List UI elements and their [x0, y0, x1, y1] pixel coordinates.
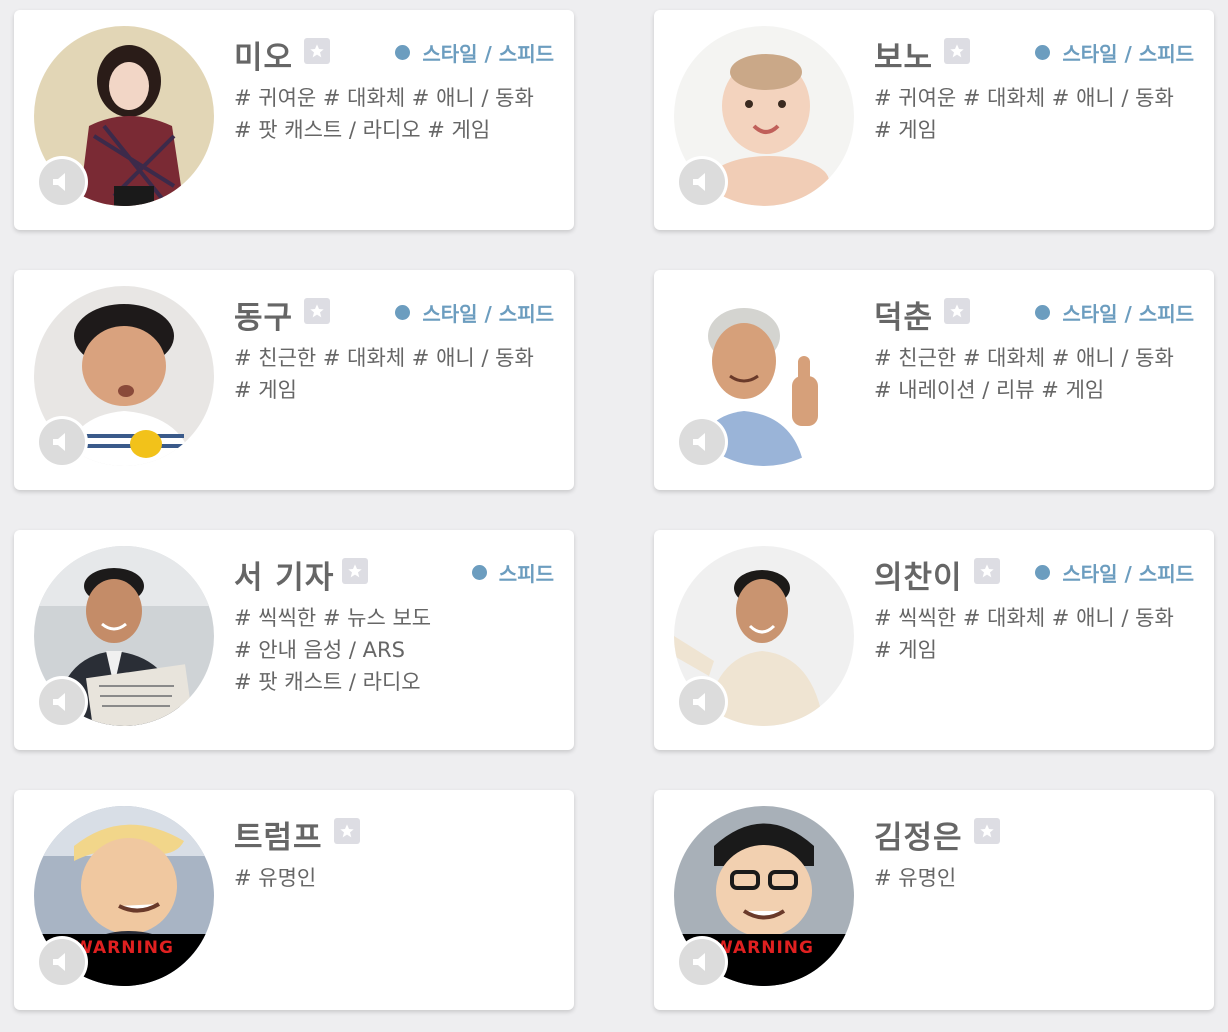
tag-line: # 내레이션 / 리뷰 # 게임 — [874, 378, 1105, 402]
play-sample-button[interactable] — [676, 416, 728, 468]
star-icon — [950, 304, 964, 318]
style-speed-link[interactable]: 스타일 / 스피드 — [1035, 40, 1194, 66]
voice-card-trump[interactable]: WARNING 트럼프 # 유명인 — [14, 790, 574, 1010]
option-dot-icon — [1035, 564, 1051, 580]
favorite-star-button[interactable] — [944, 38, 970, 64]
tag-line: # 씩씩한 # 대화체 # 애니 / 동화 — [874, 606, 1174, 630]
tag-line: # 귀여운 # 대화체 # 애니 / 동화 — [234, 86, 534, 110]
option-dot-icon — [395, 304, 411, 320]
style-speed-label: 스타일 / 스피드 — [1062, 561, 1194, 586]
voice-name: 동구 — [234, 300, 294, 336]
style-speed-label: 스타일 / 스피드 — [1062, 41, 1194, 66]
voice-tags: # 유명인 — [234, 862, 564, 894]
style-speed-link[interactable]: 스타일 / 스피드 — [1035, 300, 1194, 326]
favorite-star-button[interactable] — [944, 298, 970, 324]
voice-card-bono[interactable]: 보노 스타일 / 스피드 # 귀여운 # 대화체 # 애니 / 동화 # 게임 — [654, 10, 1214, 230]
voice-card-reporter-seo[interactable]: 서 기자 스피드 # 씩씩한 # 뉴스 보도 # 안내 음성 / ARS # 팟… — [14, 530, 574, 750]
tag-line: # 씩씩한 # 뉴스 보도 — [234, 606, 432, 630]
tag-line: # 안내 음성 / ARS — [234, 638, 405, 662]
voice-card-uichan[interactable]: 의찬이 스타일 / 스피드 # 씩씩한 # 대화체 # 애니 / 동화 # 게임 — [654, 530, 1214, 750]
voice-tags: # 귀여운 # 대화체 # 애니 / 동화 # 팟 캐스트 / 라디오 # 게임 — [234, 82, 564, 146]
speaker-icon — [679, 159, 725, 205]
tag-line: # 게임 — [234, 378, 297, 402]
style-speed-link[interactable]: 스타일 / 스피드 — [395, 300, 554, 326]
favorite-star-button[interactable] — [342, 558, 368, 584]
option-dot-icon — [471, 564, 487, 580]
voice-card-deokchun[interactable]: 덕춘 스타일 / 스피드 # 친근한 # 대화체 # 애니 / 동화 # 내레이… — [654, 270, 1214, 490]
voice-name: 덕춘 — [874, 300, 934, 336]
play-sample-button[interactable] — [676, 676, 728, 728]
tag-line: # 팟 캐스트 / 라디오 — [234, 670, 421, 694]
star-icon — [950, 44, 964, 58]
star-icon — [340, 824, 354, 838]
favorite-star-button[interactable] — [974, 558, 1000, 584]
voice-name: 김정은 — [874, 820, 963, 856]
style-speed-link[interactable]: 스타일 / 스피드 — [1035, 560, 1194, 586]
star-icon — [310, 304, 324, 318]
star-icon — [980, 824, 994, 838]
speed-label: 스피드 — [498, 561, 554, 586]
option-dot-icon — [395, 44, 411, 60]
play-sample-button[interactable] — [676, 156, 728, 208]
voice-tags: # 유명인 — [874, 862, 1204, 894]
style-speed-label: 스타일 / 스피드 — [1062, 301, 1194, 326]
voice-name: 미오 — [234, 40, 294, 76]
voice-tags: # 귀여운 # 대화체 # 애니 / 동화 # 게임 — [874, 82, 1204, 146]
speaker-icon — [39, 159, 85, 205]
voice-tags: # 씩씩한 # 대화체 # 애니 / 동화 # 게임 — [874, 602, 1204, 666]
speaker-icon — [39, 419, 85, 465]
tag-line: # 게임 — [874, 118, 937, 142]
tag-line: # 친근한 # 대화체 # 애니 / 동화 — [234, 346, 534, 370]
voice-card-kim[interactable]: WARNING 김정은 # 유명인 — [654, 790, 1214, 1010]
style-speed-label: 스타일 / 스피드 — [422, 41, 554, 66]
speed-link[interactable]: 스피드 — [471, 560, 554, 586]
play-sample-button[interactable] — [36, 156, 88, 208]
tag-line: # 유명인 — [874, 866, 957, 890]
star-icon — [310, 44, 324, 58]
voice-name: 보노 — [874, 40, 934, 76]
star-icon — [980, 564, 994, 578]
play-sample-button[interactable] — [36, 676, 88, 728]
play-sample-button[interactable] — [36, 416, 88, 468]
favorite-star-button[interactable] — [304, 38, 330, 64]
speaker-icon — [39, 939, 85, 985]
play-sample-button[interactable] — [676, 936, 728, 988]
speaker-icon — [679, 939, 725, 985]
voice-name: 서 기자 — [234, 560, 335, 596]
voice-tags: # 씩씩한 # 뉴스 보도 # 안내 음성 / ARS # 팟 캐스트 / 라디… — [234, 602, 564, 698]
tag-line: # 귀여운 # 대화체 # 애니 / 동화 — [874, 86, 1174, 110]
style-speed-label: 스타일 / 스피드 — [422, 301, 554, 326]
star-icon — [348, 564, 362, 578]
option-dot-icon — [1035, 44, 1051, 60]
favorite-star-button[interactable] — [974, 818, 1000, 844]
favorite-star-button[interactable] — [304, 298, 330, 324]
style-speed-link[interactable]: 스타일 / 스피드 — [395, 40, 554, 66]
voice-tags: # 친근한 # 대화체 # 애니 / 동화 # 내레이션 / 리뷰 # 게임 — [874, 342, 1204, 406]
voice-tags: # 친근한 # 대화체 # 애니 / 동화 # 게임 — [234, 342, 564, 406]
speaker-icon — [39, 679, 85, 725]
voice-name: 트럼프 — [234, 820, 323, 856]
option-dot-icon — [1035, 304, 1051, 320]
voice-card-mio[interactable]: 미오 스타일 / 스피드 # 귀여운 # 대화체 # 애니 / 동화 # 팟 캐… — [14, 10, 574, 230]
speaker-icon — [679, 419, 725, 465]
tag-line: # 친근한 # 대화체 # 애니 / 동화 — [874, 346, 1174, 370]
voice-card-grid: 미오 스타일 / 스피드 # 귀여운 # 대화체 # 애니 / 동화 # 팟 캐… — [0, 0, 1228, 1032]
voice-name: 의찬이 — [874, 560, 963, 596]
speaker-icon — [679, 679, 725, 725]
tag-line: # 게임 — [874, 638, 937, 662]
favorite-star-button[interactable] — [334, 818, 360, 844]
tag-line: # 팟 캐스트 / 라디오 # 게임 — [234, 118, 491, 142]
play-sample-button[interactable] — [36, 936, 88, 988]
voice-card-donggu[interactable]: 동구 스타일 / 스피드 # 친근한 # 대화체 # 애니 / 동화 # 게임 — [14, 270, 574, 490]
tag-line: # 유명인 — [234, 866, 317, 890]
